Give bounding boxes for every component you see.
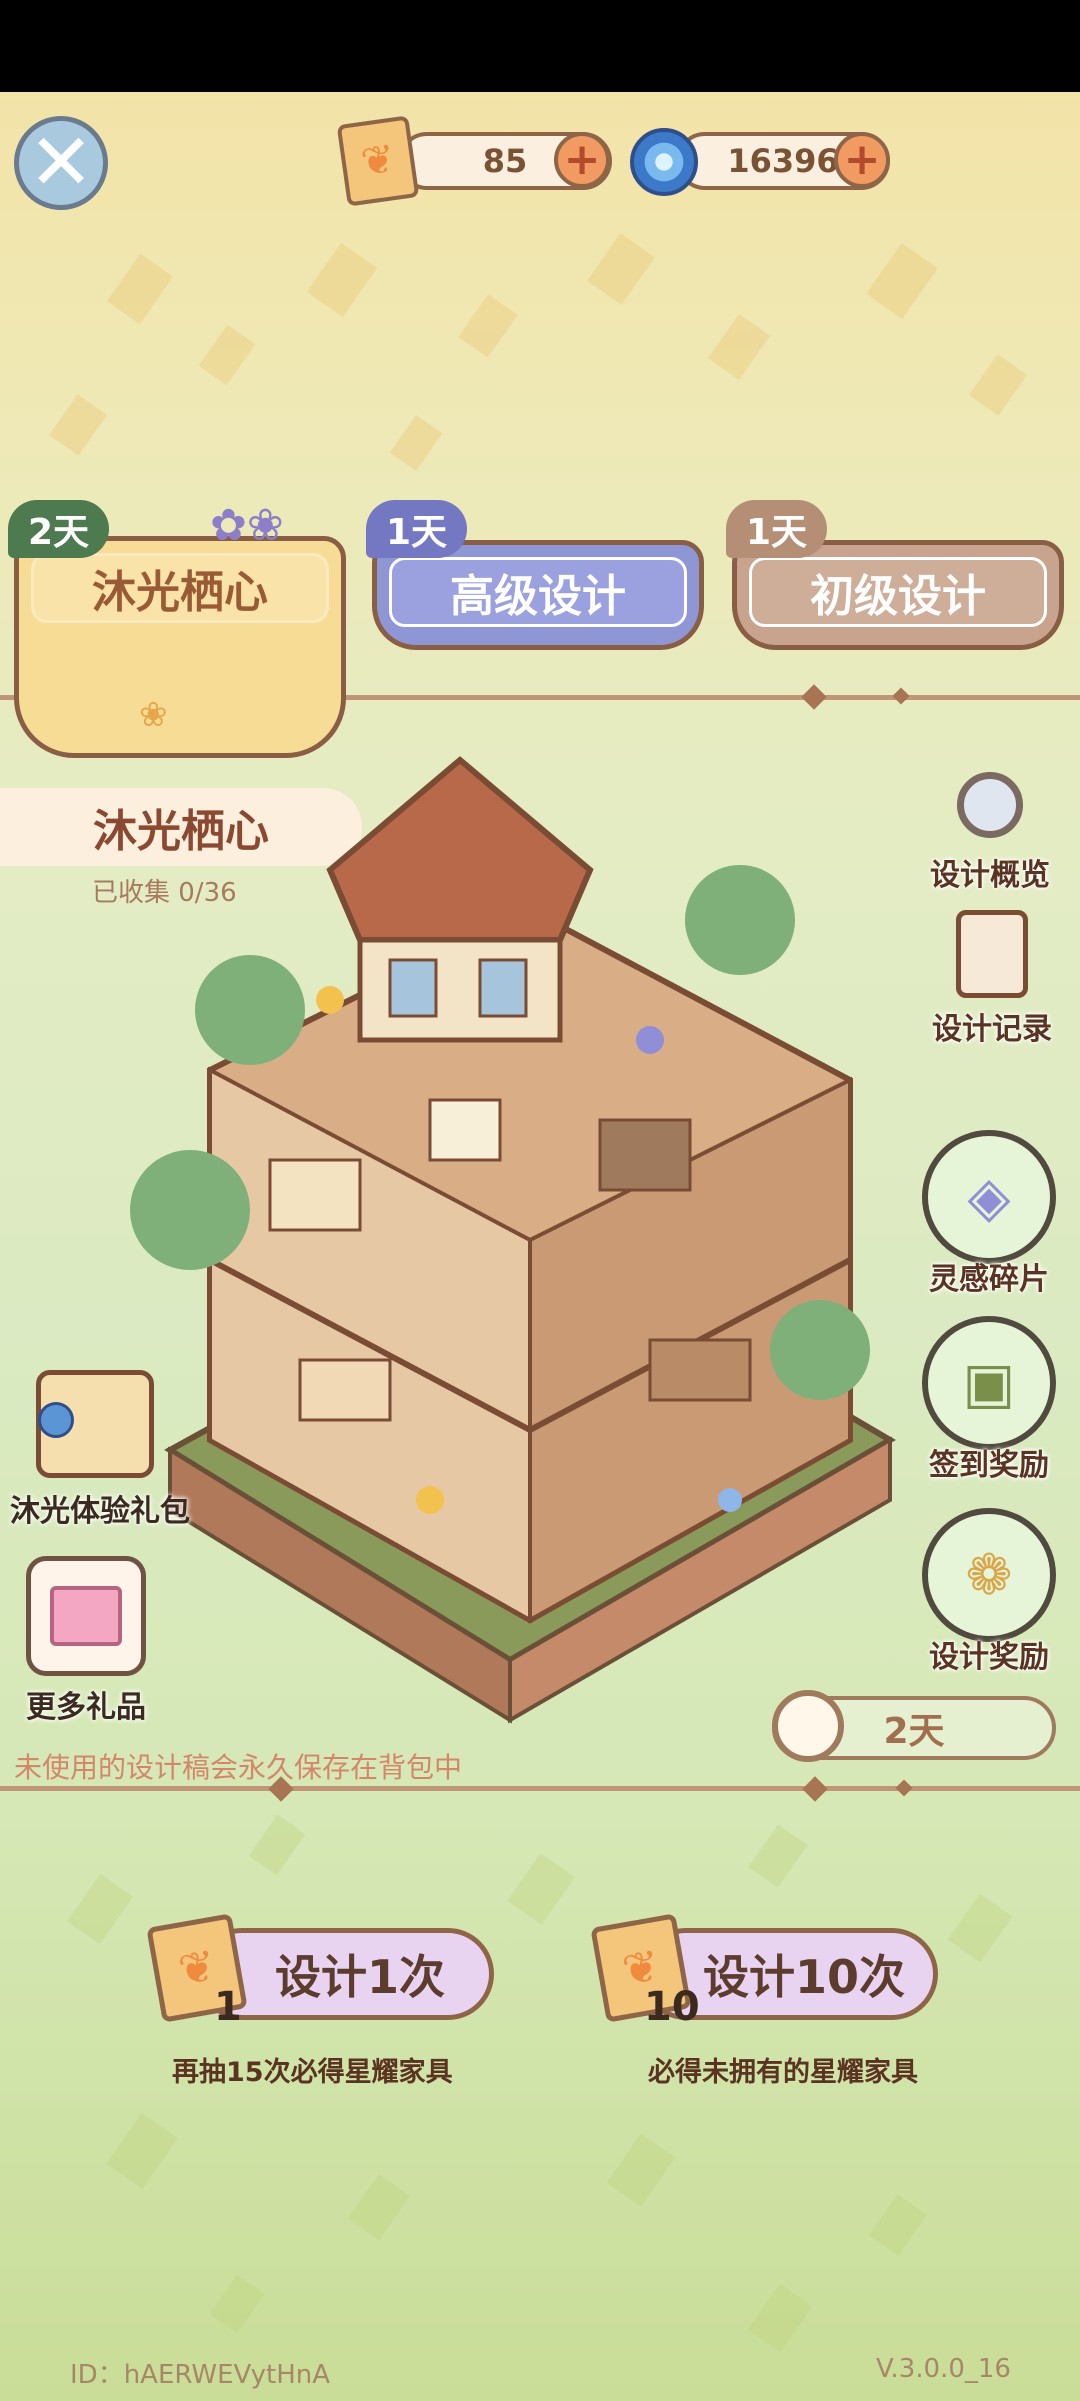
- draw-cost: 10: [644, 1984, 700, 2030]
- flower-decoration-icon: ✿❀: [210, 500, 284, 551]
- draw-hint: 再抽15次必得星耀家具: [172, 2057, 453, 2088]
- magnifier-icon: [957, 772, 1023, 838]
- timer-value: 2天: [883, 1711, 945, 1752]
- player-id: ID：hAERWEVytHnA: [70, 2360, 331, 2390]
- map-fragment-icon: ◈: [922, 1130, 1056, 1264]
- side-label: 灵感碎片: [929, 1262, 1049, 1297]
- tab-label: 初级设计: [749, 557, 1047, 627]
- gift-box-icon: [26, 1556, 146, 1676]
- side-label: 设计概览: [930, 858, 1050, 893]
- design-overview-button[interactable]: 设计概览: [930, 772, 1050, 894]
- tab-badge: 1天: [366, 500, 468, 558]
- clipboard-icon: [956, 910, 1028, 998]
- inspiration-swirl-icon: [630, 128, 698, 196]
- tab-label: 高级设计: [389, 557, 687, 627]
- more-gifts-label: 更多礼品: [26, 1690, 146, 1725]
- inspiration-fragments-button[interactable]: ◈ 灵感碎片: [922, 1130, 1056, 1298]
- flourish-icon: ❀: [139, 695, 168, 735]
- draw-label: 设计1次: [274, 1950, 445, 2004]
- side-label: 设计记录: [932, 1012, 1052, 1047]
- clock-icon: [772, 1690, 844, 1762]
- tab-mu-guang-qi-xin[interactable]: 沐光栖心 ❀: [14, 536, 346, 758]
- design-records-button[interactable]: 设计记录: [932, 910, 1052, 1048]
- version: V.3.0.0_16: [876, 2354, 1011, 2384]
- bouquet-icon: ❁: [922, 1508, 1056, 1642]
- status-bar: [0, 0, 1080, 92]
- draw-hint: 必得未拥有的星耀家具: [648, 2057, 918, 2088]
- checkin-rewards-button[interactable]: ▣ 签到奖励: [922, 1316, 1056, 1484]
- tab-label: 沐光栖心: [31, 553, 329, 623]
- design-rewards-button[interactable]: ❁ 设计奖励: [922, 1508, 1056, 1676]
- backpack-notice: 未使用的设计稿会永久保存在背包中: [14, 1751, 463, 1784]
- side-label: 设计奖励: [929, 1640, 1049, 1675]
- close-button[interactable]: ✕: [14, 116, 108, 210]
- close-icon: ✕: [28, 118, 94, 208]
- inspiration-count: 16396: [727, 142, 839, 180]
- design-ticket-icon: ❦: [336, 115, 420, 207]
- house-illustration[interactable]: [130, 740, 920, 1780]
- add-inspiration-button[interactable]: +: [834, 132, 890, 188]
- section-divider: [0, 1786, 1080, 1791]
- side-label: 签到奖励: [929, 1448, 1049, 1483]
- draw-label: 设计10次: [702, 1950, 905, 2004]
- add-ticket-button[interactable]: +: [554, 132, 610, 188]
- tab-badge: 1天: [726, 500, 828, 558]
- draw-cost: 1: [214, 1984, 242, 2030]
- trial-pack-label: 沐光体验礼包: [10, 1494, 190, 1529]
- calendar-icon: ▣: [922, 1316, 1056, 1450]
- ticket-count: 85: [482, 142, 528, 180]
- tab-badge: 2天: [8, 500, 110, 558]
- swirl-icon: [38, 1402, 74, 1438]
